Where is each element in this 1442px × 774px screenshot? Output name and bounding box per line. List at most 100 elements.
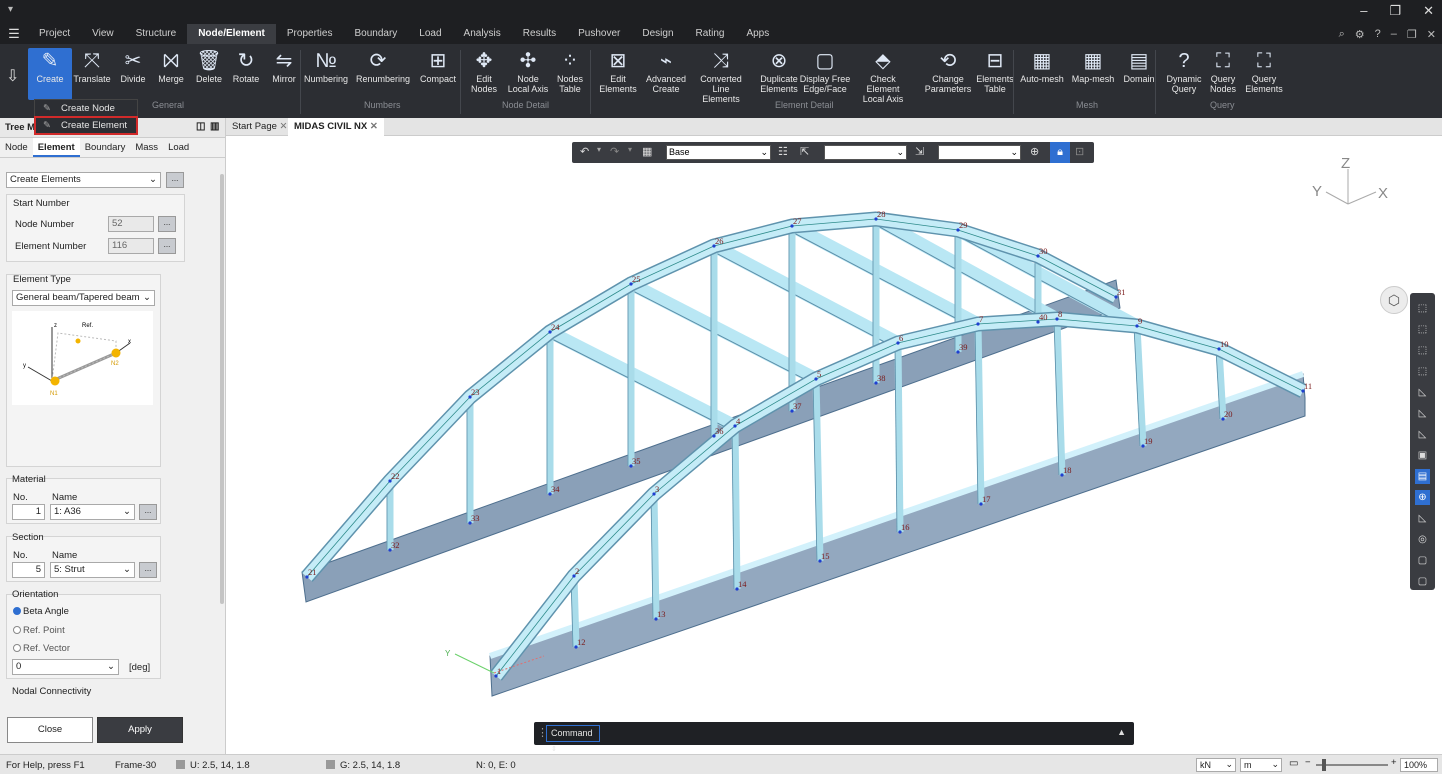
- create-node-item[interactable]: ✎ Create Node: [35, 100, 137, 117]
- menu-project[interactable]: Project: [28, 24, 81, 44]
- undo-icon[interactable]: ↶: [580, 145, 589, 158]
- redo-icon[interactable]: ↷: [610, 145, 619, 158]
- length-unit-select[interactable]: m ⌄: [1240, 758, 1282, 772]
- minimize-icon[interactable]: –: [1360, 3, 1367, 19]
- zoom-slider-thumb[interactable]: [1322, 759, 1326, 771]
- edit-nodes-button[interactable]: ✥ Edit Nodes: [462, 48, 506, 94]
- zoom-out-icon[interactable]: −: [1305, 757, 1311, 768]
- quick-access-icon[interactable]: ▾: [8, 4, 13, 15]
- node-local-axis-button[interactable]: ✣ Node Local Axis: [506, 48, 550, 94]
- panel-tab-node[interactable]: Node: [0, 138, 33, 157]
- select-all-icon[interactable]: ◺: [1415, 427, 1430, 442]
- material-no-field[interactable]: 1: [12, 504, 45, 520]
- panel-layout-icon[interactable]: ◫: [196, 121, 205, 132]
- beta-angle-select[interactable]: 0 ⌄: [12, 659, 119, 675]
- panel-tab-boundary[interactable]: Boundary: [80, 138, 131, 157]
- layer-icon[interactable]: ☷: [778, 145, 788, 158]
- mode-options-button[interactable]: ...: [166, 172, 184, 188]
- beta-angle-radio[interactable]: [13, 607, 21, 615]
- hanger[interactable]: [1133, 325, 1147, 447]
- select-volume-icon[interactable]: ◺: [1415, 385, 1430, 400]
- display-icon[interactable]: ▭: [1289, 758, 1298, 769]
- panel-tab-element[interactable]: Element: [32, 138, 80, 157]
- select-intersect-icon[interactable]: ⬚: [1415, 343, 1430, 358]
- shading-icon[interactable]: ▤: [1415, 469, 1430, 484]
- menu-design[interactable]: Design: [631, 24, 684, 44]
- translate-button[interactable]: ⤧ Translate: [70, 48, 114, 84]
- menu-rating[interactable]: Rating: [685, 24, 736, 44]
- zoom-icon[interactable]: ⊕: [1030, 145, 1039, 158]
- filter-select-2[interactable]: ⌄: [938, 145, 1021, 160]
- converted-line-elements-button[interactable]: ⤨ Converted Line Elements: [695, 48, 747, 104]
- hanger[interactable]: [894, 342, 904, 533]
- menu-boundary[interactable]: Boundary: [343, 24, 408, 44]
- menu-properties[interactable]: Properties: [276, 24, 344, 44]
- material-button[interactable]: ...: [139, 504, 157, 520]
- element-type-select[interactable]: General beam/Tapered beam ⌄: [12, 290, 155, 306]
- change-parameters-button[interactable]: ⟲ Change Parameters: [922, 48, 974, 94]
- hamburger-icon[interactable]: ☰: [0, 26, 28, 42]
- display-free-edge-face-button[interactable]: ▢ Display Free Edge/Face: [799, 48, 851, 94]
- group-icon[interactable]: ▦: [642, 145, 652, 158]
- menu-node-element[interactable]: Node/Element: [187, 24, 276, 44]
- filter-icon[interactable]: ⇲: [915, 145, 924, 158]
- element-number-toggle-icon[interactable]: ◎: [1415, 532, 1430, 547]
- bridge-model[interactable]: 2122232425262728293031123456789101132333…: [226, 136, 1442, 754]
- section-no-field[interactable]: 5: [12, 562, 45, 578]
- renumbering-button[interactable]: ⟳ Renumbering: [356, 48, 410, 84]
- select-window-icon[interactable]: ⬚: [1415, 301, 1430, 316]
- check-element-local-axis-button[interactable]: ⬘ Check Element Local Axis: [857, 48, 909, 104]
- import-icon[interactable]: ⇩: [6, 66, 19, 86]
- restore-doc-icon[interactable]: ❐: [1407, 28, 1417, 41]
- node-number-field[interactable]: 52: [108, 216, 154, 232]
- ref-vector-radio[interactable]: [13, 644, 21, 652]
- menu-load[interactable]: Load: [408, 24, 452, 44]
- hanger[interactable]: [1053, 318, 1066, 476]
- select-plane-icon[interactable]: ⬚: [1415, 364, 1430, 379]
- unlock-icon[interactable]: ⊡: [1075, 145, 1084, 158]
- min-doc-icon[interactable]: –: [1391, 28, 1397, 41]
- help-icon[interactable]: ?: [1375, 28, 1381, 41]
- render-icon[interactable]: ▢: [1415, 574, 1430, 589]
- hanger[interactable]: [974, 323, 985, 505]
- menu-view[interactable]: View: [81, 24, 125, 44]
- search-icon[interactable]: ⌕: [1339, 28, 1345, 41]
- query-elements-button[interactable]: ⛶ Query Elements: [1242, 48, 1286, 94]
- tab-close-icon[interactable]: ✕: [370, 121, 378, 132]
- hanger[interactable]: [650, 493, 660, 620]
- duplicate-elements-button[interactable]: ⊗ Duplicate Elements: [753, 48, 805, 94]
- section-select[interactable]: 5: Strut ⌄: [50, 562, 135, 578]
- restore-icon[interactable]: ❐: [1389, 3, 1401, 19]
- cross-beam[interactable]: [788, 220, 982, 330]
- menu-analysis[interactable]: Analysis: [453, 24, 512, 44]
- ref-point-radio[interactable]: [13, 626, 21, 634]
- menu-structure[interactable]: Structure: [125, 24, 188, 44]
- panel-tab-mass[interactable]: Mass: [130, 138, 163, 157]
- edit-elements-button[interactable]: ⊠ Edit Elements: [592, 48, 644, 94]
- display-options-icon[interactable]: ⊕: [1415, 490, 1430, 505]
- view-cube-icon[interactable]: ⬡: [1380, 286, 1408, 314]
- menu-results[interactable]: Results: [512, 24, 567, 44]
- undo-dropdown-icon[interactable]: ▾: [597, 145, 601, 154]
- menu-pushover[interactable]: Pushover: [567, 24, 631, 44]
- close-doc-icon[interactable]: ✕: [1427, 28, 1436, 41]
- apply-button[interactable]: Apply: [97, 717, 183, 743]
- tab-close-icon[interactable]: ✕: [280, 121, 288, 132]
- numbering-button[interactable]: № Numbering: [304, 48, 348, 84]
- create-button[interactable]: ✎ Create: [28, 48, 72, 100]
- tab-start-page[interactable]: Start Page ✕: [226, 118, 294, 136]
- element-number-button[interactable]: ...: [158, 238, 176, 254]
- force-unit-select[interactable]: kN ⌄: [1196, 758, 1236, 772]
- panel-tab-load[interactable]: Load: [163, 138, 194, 157]
- group-select[interactable]: Base ⌄: [666, 145, 771, 160]
- close-button[interactable]: Close: [7, 717, 93, 743]
- expand-icon[interactable]: ▲: [1117, 727, 1126, 737]
- menu-apps[interactable]: Apps: [735, 24, 780, 44]
- material-select[interactable]: 1: A36 ⌄: [50, 504, 135, 520]
- select-polygon-icon[interactable]: ⬚: [1415, 322, 1430, 337]
- mode-select[interactable]: Create Elements ⌄: [6, 172, 161, 188]
- filter-select[interactable]: ⌄: [824, 145, 907, 160]
- zoom-in-icon[interactable]: +: [1391, 757, 1397, 768]
- compact-button[interactable]: ⊞ Compact: [416, 48, 460, 84]
- zoom-slider[interactable]: [1316, 759, 1388, 771]
